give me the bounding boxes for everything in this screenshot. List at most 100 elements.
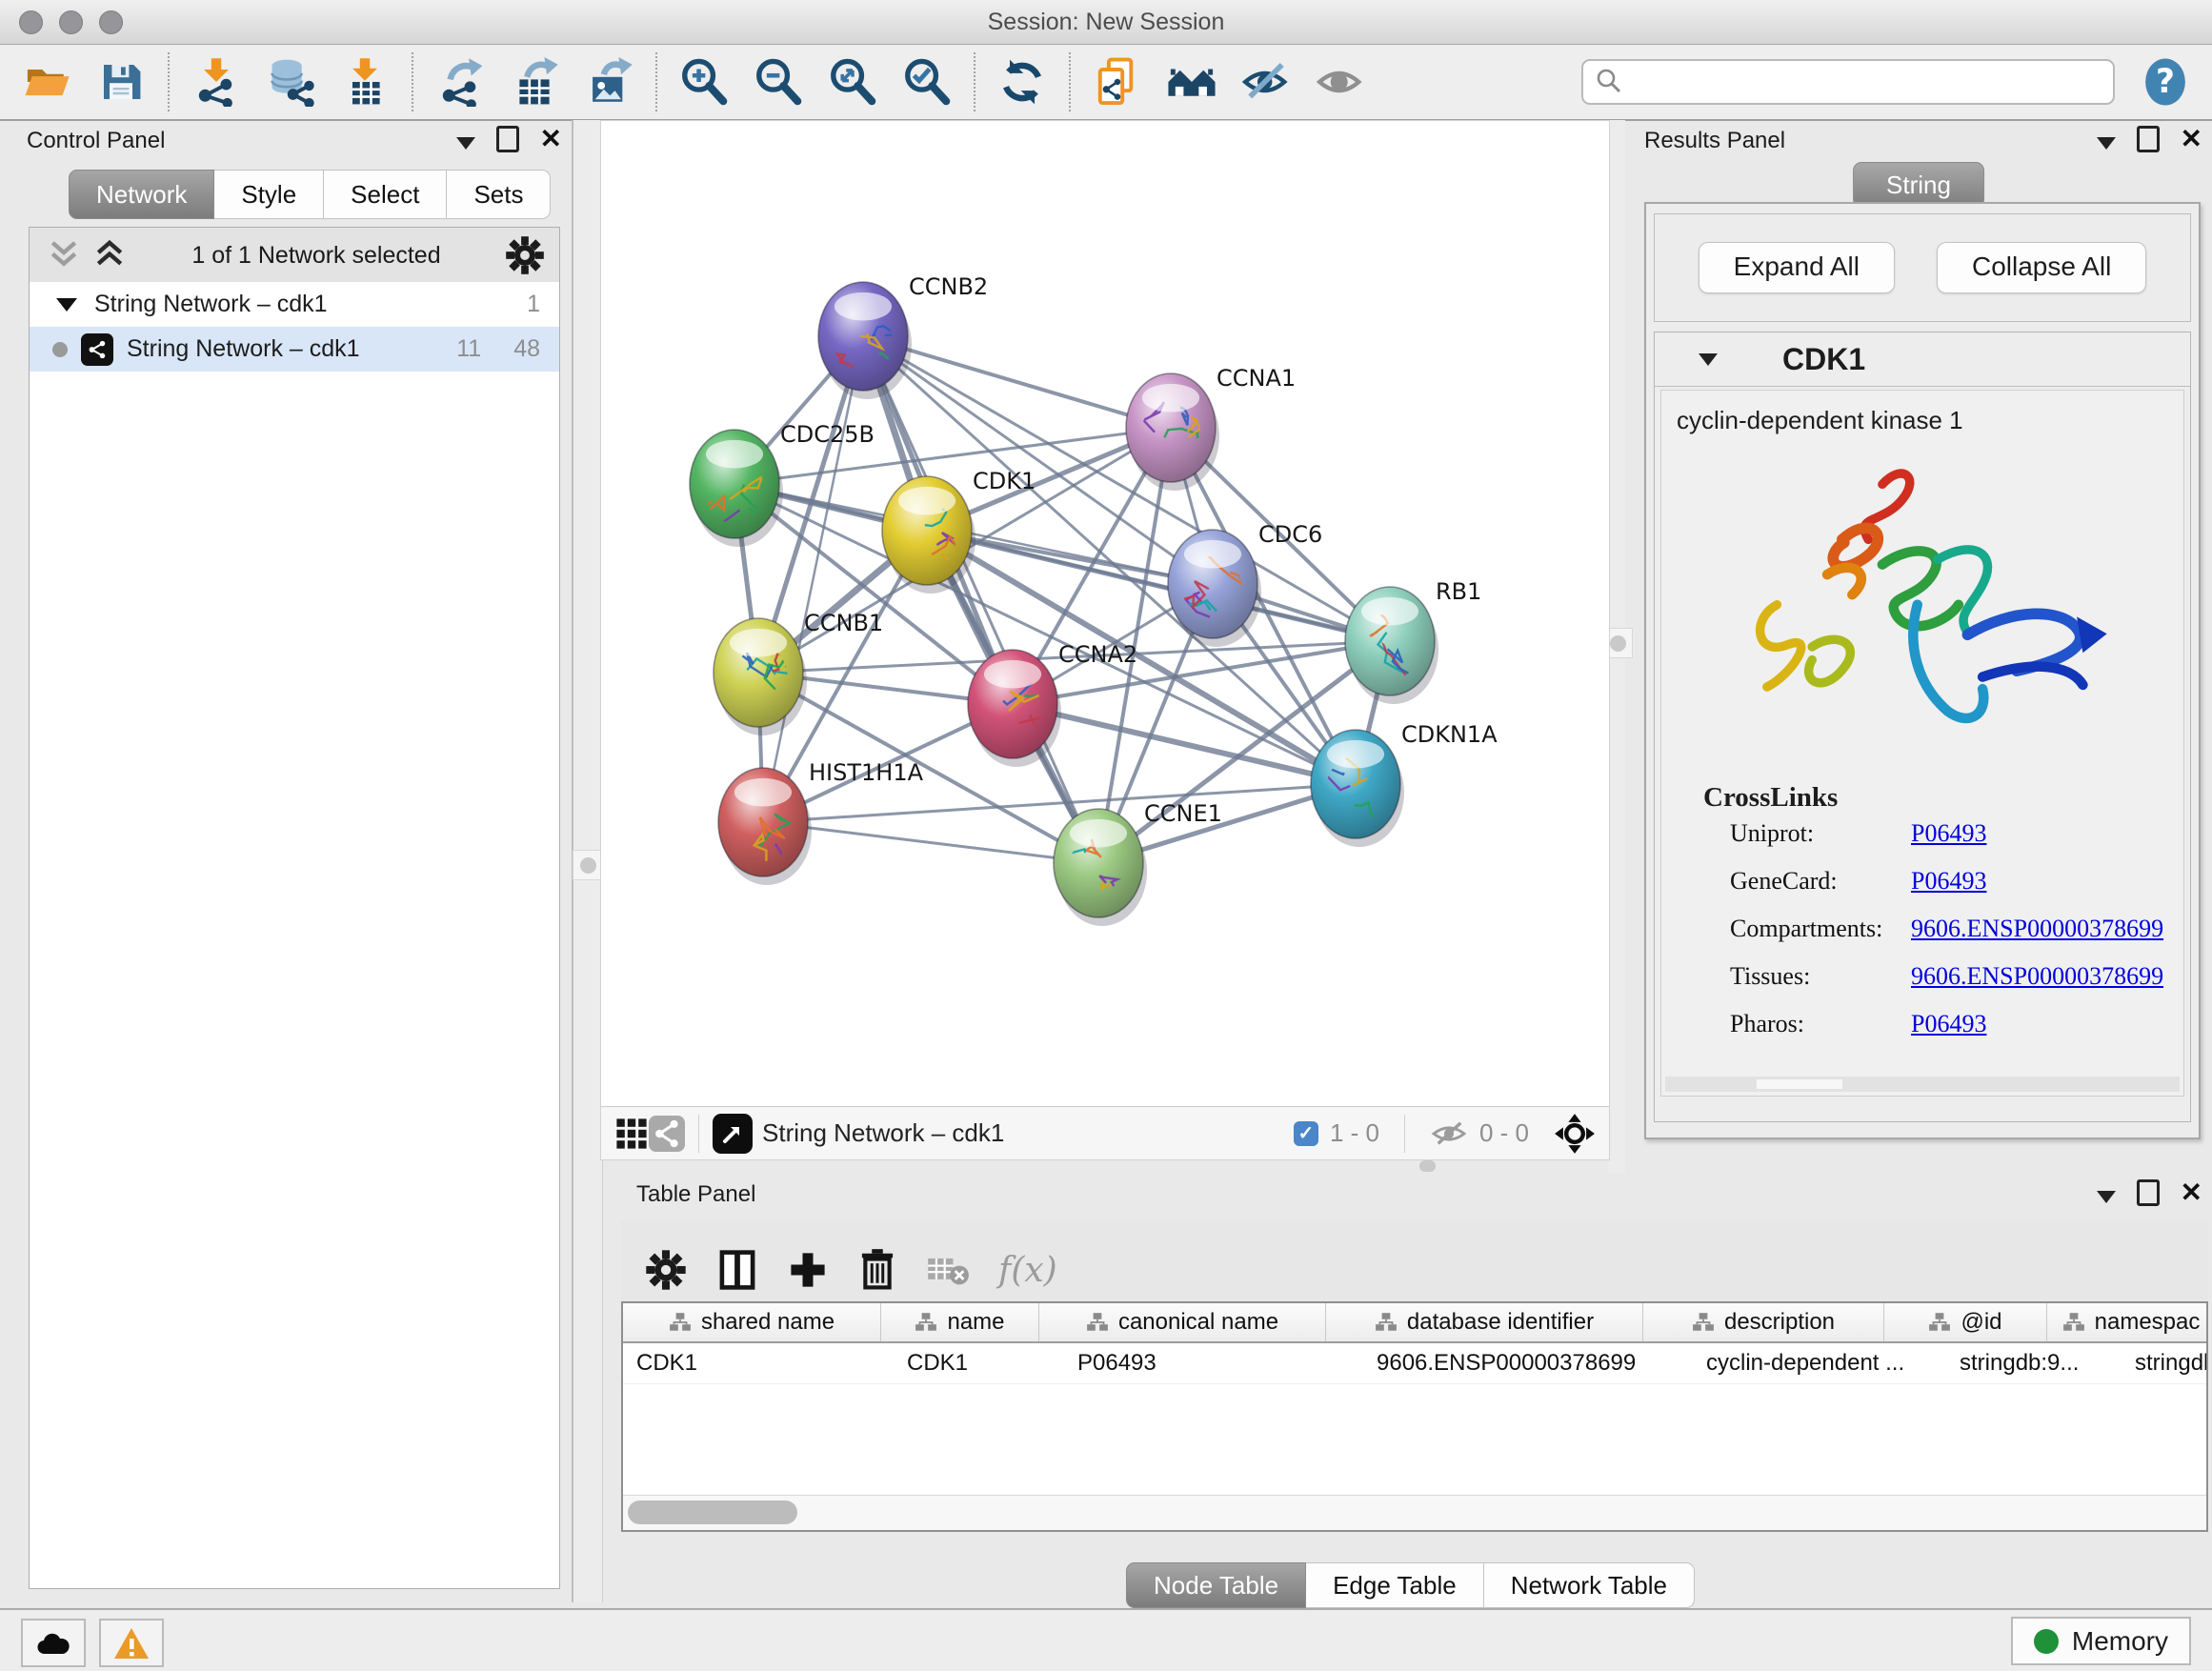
export-network-button[interactable]: [434, 56, 486, 108]
collapse-all-icon[interactable]: [45, 237, 83, 273]
tab-edge-table[interactable]: Edge Table: [1306, 1562, 1484, 1608]
table-cell[interactable]: CDK1: [894, 1343, 1064, 1383]
column-header-namespac[interactable]: namespac: [2047, 1303, 2208, 1341]
export-image-button[interactable]: [583, 56, 634, 108]
node-CDKN1A[interactable]: CDKN1A: [1303, 721, 1498, 847]
panel-menu-icon[interactable]: [456, 137, 475, 150]
expand-all-icon[interactable]: [90, 237, 129, 273]
node-CDC25B[interactable]: CDC25B: [690, 421, 875, 547]
import-network-button[interactable]: [191, 56, 242, 108]
open-session-button[interactable]: [21, 56, 72, 108]
panel-menu-icon[interactable]: [2097, 1191, 2116, 1203]
node-CCNB2[interactable]: CCNB2: [818, 273, 988, 399]
network-canvas[interactable]: CCNB2 CCNA1 CDC25BCDK1 CDC6RB1 CCNB1 CCNA2 CDK…: [600, 120, 1610, 1160]
table-cell[interactable]: P06493: [1064, 1343, 1363, 1383]
panel-close-icon[interactable]: ✕: [2181, 127, 2202, 151]
collapse-card-icon[interactable]: [1699, 353, 1718, 366]
scrollbar-thumb[interactable]: [628, 1500, 797, 1524]
table-cell[interactable]: stringdb:9...: [1946, 1343, 2122, 1383]
expand-all-button[interactable]: Expand All: [1699, 242, 1895, 293]
table-cell[interactable]: cyclin-dependent ...: [1693, 1343, 1946, 1383]
network-collection-row[interactable]: String Network – cdk1 1: [30, 282, 559, 327]
table-row[interactable]: CDK1CDK1P064939606.ENSP00000378699cyclin…: [623, 1343, 2206, 1384]
tab-string[interactable]: String: [1853, 162, 1984, 208]
tab-select[interactable]: Select: [324, 170, 447, 219]
left-splitter-handle[interactable]: [573, 850, 603, 880]
birdseye-toggle-icon[interactable]: [1554, 1113, 1596, 1155]
column-header-name[interactable]: name: [881, 1303, 1039, 1341]
warnings-button[interactable]: [99, 1619, 164, 1667]
panel-menu-icon[interactable]: [2097, 137, 2116, 150]
edge-CCNB2-HIST1H1A[interactable]: [763, 336, 863, 822]
node-card-header[interactable]: CDK1: [1655, 332, 2190, 387]
node-HIST1H1A[interactable]: HIST1H1A: [718, 759, 924, 885]
node-CDC6[interactable]: CDC6: [1168, 521, 1322, 647]
memory-button[interactable]: Memory: [2011, 1617, 2191, 1665]
cloud-status-button[interactable]: [21, 1619, 86, 1667]
edge-CCNA2-CDKN1A[interactable]: [1013, 704, 1356, 784]
hide-selected-button[interactable]: [1240, 56, 1292, 108]
node-CDK1[interactable]: CDK1: [882, 468, 1036, 594]
column-header--id[interactable]: @id: [1884, 1303, 2047, 1341]
crosslink-link[interactable]: P06493: [1911, 867, 1986, 896]
crosslink-link[interactable]: 9606.ENSP00000378699: [1911, 962, 2163, 991]
import-table-button[interactable]: [339, 56, 391, 108]
tab-network[interactable]: Network: [69, 170, 214, 219]
save-session-button[interactable]: [95, 56, 147, 108]
export-table-button[interactable]: [509, 56, 560, 108]
delete-column-icon[interactable]: [857, 1248, 897, 1292]
crosslink-link[interactable]: P06493: [1911, 1010, 1986, 1038]
node-CCNE1[interactable]: CCNE1: [1048, 800, 1222, 926]
network-row[interactable]: String Network – cdk1 11 48: [30, 327, 559, 372]
add-column-icon[interactable]: [787, 1248, 829, 1292]
node-CCNA1[interactable]: CCNA1: [1126, 365, 1296, 491]
node-table[interactable]: shared namenamecanonical namedatabase id…: [621, 1301, 2208, 1532]
selected-checkbox-icon[interactable]: ✓: [1294, 1121, 1318, 1146]
gear-icon[interactable]: [644, 1248, 688, 1292]
clone-network-button[interactable]: [1092, 56, 1143, 108]
tree-expand-icon[interactable]: [56, 298, 77, 312]
table-cell[interactable]: stringdb: [2122, 1343, 2208, 1383]
zoom-out-button[interactable]: [753, 56, 804, 108]
import-database-button[interactable]: [265, 56, 316, 108]
node-CCNB1[interactable]: CCNB1: [714, 610, 883, 735]
tab-network-table[interactable]: Network Table: [1484, 1562, 1695, 1608]
eye-icon: [1315, 57, 1366, 107]
zoom-fit-button[interactable]: [827, 56, 878, 108]
zoom-selected-button[interactable]: [901, 56, 953, 108]
crosslink-link[interactable]: 9606.ENSP00000378699: [1911, 915, 2163, 943]
node-CCNA2[interactable]: CCNA2: [968, 641, 1137, 767]
gear-icon[interactable]: [504, 234, 546, 276]
tab-sets[interactable]: Sets: [447, 170, 551, 219]
show-all-button[interactable]: [1315, 56, 1366, 108]
panel-close-icon[interactable]: ✕: [2181, 1180, 2202, 1205]
column-header-database-identifier[interactable]: database identifier: [1326, 1303, 1643, 1341]
results-scrollbar[interactable]: [1665, 1077, 2180, 1092]
edge-HIST1H1A-CCNE1[interactable]: [763, 822, 1098, 863]
column-header-canonical-name[interactable]: canonical name: [1039, 1303, 1326, 1341]
panel-float-icon[interactable]: [2137, 126, 2160, 152]
table-hscrollbar[interactable]: [623, 1495, 2206, 1530]
help-button[interactable]: ?: [2140, 56, 2191, 108]
panel-close-icon[interactable]: ✕: [540, 127, 562, 151]
zoom-in-button[interactable]: [678, 56, 730, 108]
first-neighbors-button[interactable]: [1166, 56, 1217, 108]
network-graph[interactable]: CCNB2 CCNA1 CDC25BCDK1 CDC6RB1 CCNB1 CCNA2 CDK…: [601, 121, 1607, 1105]
node-RB1[interactable]: RB1: [1345, 578, 1481, 704]
panel-float-icon[interactable]: [496, 126, 519, 152]
share-view-icon[interactable]: [649, 1116, 685, 1152]
tab-node-table[interactable]: Node Table: [1126, 1562, 1306, 1608]
panel-float-icon[interactable]: [2137, 1179, 2160, 1206]
crosslink-link[interactable]: P06493: [1911, 819, 1986, 848]
collapse-all-button[interactable]: Collapse All: [1937, 242, 2146, 293]
open-in-window-icon[interactable]: [713, 1114, 753, 1154]
grid-mode-icon[interactable]: [614, 1117, 649, 1151]
tab-style[interactable]: Style: [214, 170, 324, 219]
search-input[interactable]: [1581, 59, 2115, 105]
table-cell[interactable]: CDK1: [623, 1343, 894, 1383]
column-header-shared-name[interactable]: shared name: [623, 1303, 881, 1341]
apply-layout-button[interactable]: [996, 56, 1048, 108]
show-columns-icon[interactable]: [716, 1248, 758, 1292]
column-header-description[interactable]: description: [1643, 1303, 1884, 1341]
table-cell[interactable]: 9606.ENSP00000378699: [1363, 1343, 1693, 1383]
